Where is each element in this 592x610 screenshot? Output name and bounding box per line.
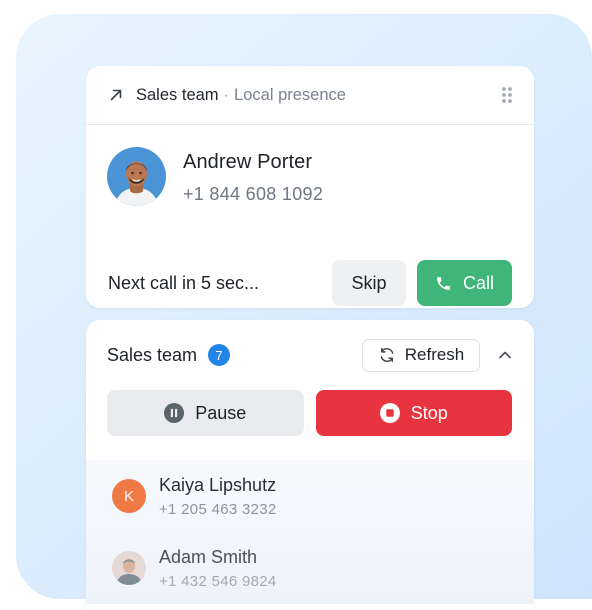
avatar xyxy=(107,147,166,206)
current-contact: Andrew Porter +1 844 608 1092 xyxy=(86,125,534,239)
team-name: Sales team xyxy=(136,85,219,104)
list-item-phone: +1 205 463 3232 xyxy=(159,500,277,518)
list-item[interactable]: K Kaiya Lipshutz +1 205 463 3232 xyxy=(86,460,534,532)
pause-label: Pause xyxy=(195,402,247,423)
contact-photo xyxy=(112,551,146,585)
contact-photo xyxy=(107,147,166,206)
queue-header: Sales team 7 Refresh xyxy=(86,320,534,390)
call-label: Call xyxy=(462,272,494,293)
avatar xyxy=(112,551,146,585)
queue-count-badge: 7 xyxy=(208,344,231,366)
drag-grip-icon[interactable] xyxy=(500,85,514,105)
next-call-countdown: Next call in 5 sec... xyxy=(108,272,260,293)
refresh-button[interactable]: Refresh xyxy=(362,338,480,372)
arrow-up-right-icon xyxy=(110,89,122,101)
dialer-card: Sales team · Local presence Andrew Porte… xyxy=(86,66,534,308)
stop-label: Stop xyxy=(410,402,448,423)
presence-label: Local presence xyxy=(234,85,346,104)
list-item-name: Adam Smith xyxy=(159,546,258,567)
contact-phone: +1 844 608 1092 xyxy=(183,184,324,204)
list-item-name: Kaiya Lipshutz xyxy=(159,474,277,495)
pause-icon xyxy=(164,403,185,423)
skip-button[interactable]: Skip xyxy=(332,260,406,306)
list-item[interactable]: Adam Smith +1 432 546 9824 xyxy=(86,532,534,604)
dialer-header: Sales team · Local presence xyxy=(86,66,534,125)
avatar-initial: K xyxy=(123,487,134,505)
refresh-icon xyxy=(380,347,394,363)
stop-icon xyxy=(379,403,400,423)
refresh-label: Refresh xyxy=(404,345,465,364)
phone-icon xyxy=(437,276,450,290)
pause-button[interactable]: Pause xyxy=(107,390,304,436)
queue-list: K Kaiya Lipshutz +1 205 463 3232 Adam Sm… xyxy=(86,460,534,604)
list-item-phone: +1 432 546 9824 xyxy=(159,572,277,590)
separator: · xyxy=(223,85,230,104)
chevron-up-icon[interactable] xyxy=(498,348,512,362)
stop-button[interactable]: Stop xyxy=(315,390,512,436)
queue-card: Sales team 7 Refresh Pause Stop K Kaiya … xyxy=(86,320,534,610)
queue-actions: Pause Stop xyxy=(86,390,534,436)
skip-label: Skip xyxy=(351,272,387,293)
call-actions: Next call in 5 sec... Skip Call xyxy=(86,260,534,306)
avatar: K xyxy=(112,479,146,513)
contact-name: Andrew Porter xyxy=(183,151,313,173)
call-button[interactable]: Call xyxy=(417,260,512,306)
queue-title: Sales team xyxy=(107,344,198,365)
